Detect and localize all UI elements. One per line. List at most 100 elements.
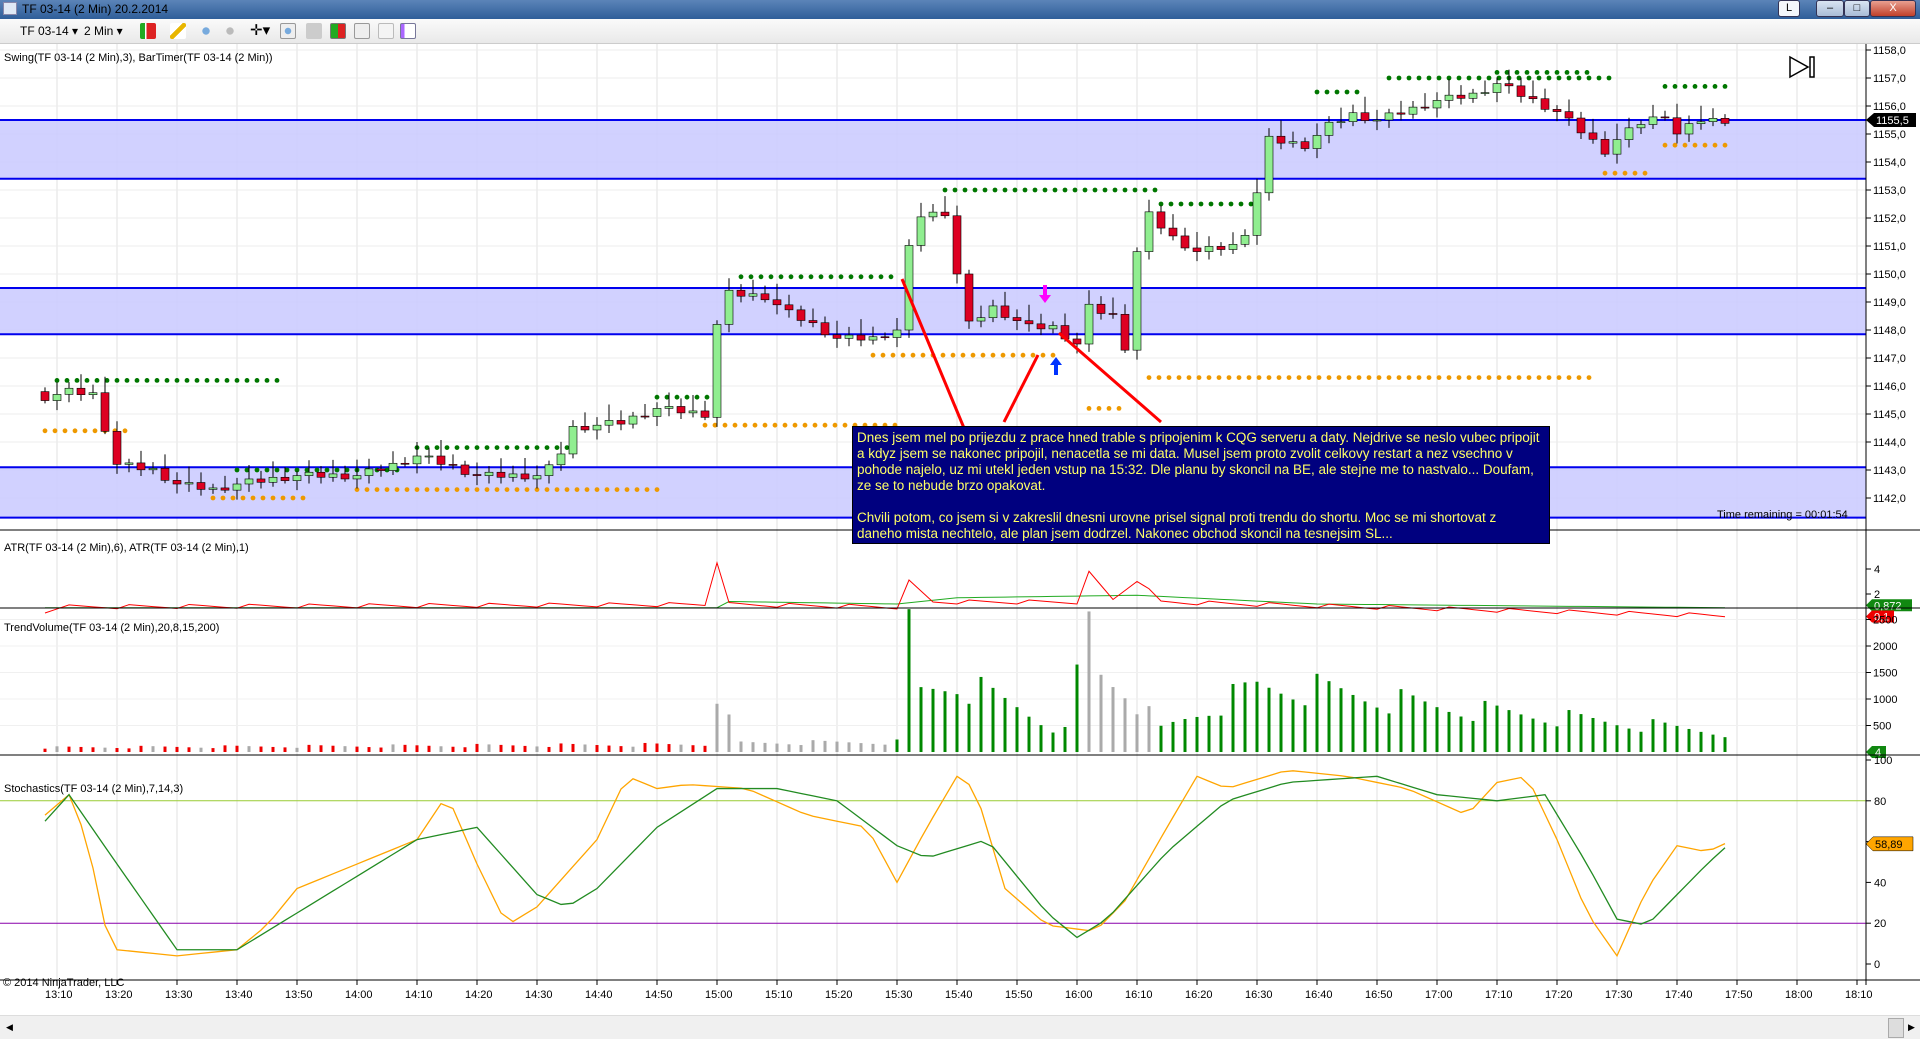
chart-text-note[interactable]: Dnes jsem mel po prijezdu z prace hned t… [852,426,1550,544]
volume-bar [1651,719,1655,752]
instrument-selector[interactable]: TF 03-14 ▾ [20,24,78,38]
swing-dot [1186,375,1192,380]
candle-down [136,462,146,471]
swing-dot [230,495,236,501]
candle-down [580,426,590,431]
search-chart-icon[interactable] [280,23,296,39]
horizontal-scrollbar[interactable]: ◀ ▶ [0,1015,1920,1039]
time-label: 13:20 [105,989,133,1001]
swing-dot [1218,201,1224,207]
window-title: TF 03-14 (2 Min) 20.2.2014 [22,2,169,16]
candle-down [736,289,746,297]
candle-up [1432,100,1442,109]
swing-dot [494,445,500,450]
swing-dot [1334,89,1340,95]
candle-down [460,464,470,475]
swing-dot [484,445,490,450]
minimize-button[interactable]: – [1816,0,1844,17]
close-button[interactable]: X [1870,0,1916,17]
volume-bar [1123,698,1127,752]
time-label: 16:40 [1305,989,1333,1001]
interval-selector[interactable]: 2 Min ▾ [84,24,123,38]
swing-dot [254,378,260,383]
volume-bar [811,740,815,752]
swing-dot [808,274,814,280]
chart-style-icon[interactable] [140,23,156,39]
swing-dot [114,378,120,383]
volume-bar [1567,710,1571,752]
candle-down [1564,111,1574,119]
candle-down [640,415,650,418]
volume-bar [1579,714,1583,752]
candle-up [1252,192,1262,236]
candle-down [1552,109,1562,112]
volume-bar [1663,722,1667,752]
crosshair-icon[interactable]: ✛▾ [250,21,270,39]
time-label: 17:10 [1485,989,1513,1001]
scroll-right-icon[interactable]: ▶ [1908,1022,1915,1033]
swing-dot [1012,187,1018,193]
swing-dot [782,422,788,428]
volume-bar [67,746,71,752]
maximize-button[interactable]: □ [1844,0,1870,17]
candle-down [340,473,350,480]
scroll-left-icon[interactable]: ◀ [6,1022,13,1033]
stochastics-panel [0,770,1866,958]
swing-dot [798,274,804,280]
swing-dot [1336,375,1342,380]
zoom-in-icon[interactable] [198,23,214,39]
volume-bar [1363,701,1367,752]
swing-dot [164,378,170,383]
swing-dot [982,187,988,193]
candle-down [1588,132,1598,140]
candle-up [208,487,218,490]
title-bar: TF 03-14 (2 Min) 20.2.2014 L – □ X [0,0,1920,19]
swing-dot [134,378,140,383]
volume-bar [1555,726,1559,752]
volume-bar [1207,715,1211,752]
candle-down [172,480,182,485]
swing-dot [1672,84,1678,89]
swing-dot [1586,375,1592,380]
data-box-icon[interactable] [306,23,322,39]
candle-up [568,426,578,455]
swing-dot [444,445,450,450]
swing-dot [1248,201,1254,207]
swing-dot [1496,375,1502,380]
candle-up [148,468,158,471]
swing-dot [524,487,530,492]
candle-up [664,406,674,409]
swing-dot [1692,84,1698,89]
swing-dot [738,274,744,280]
swing-dot [1040,352,1046,358]
properties-icon[interactable] [378,23,394,39]
time-label: 16:00 [1065,989,1093,1001]
templates-icon[interactable] [400,23,416,39]
volume-tick-label: 1000 [1873,694,1897,706]
candle-down [1672,117,1682,135]
volume-bar [1351,694,1355,752]
swing-dot [514,487,520,492]
volume-bar [1159,725,1163,752]
link-button[interactable]: L [1778,0,1800,17]
indicators-icon[interactable] [330,23,346,39]
candle-up [484,471,494,476]
swing-dot [274,378,280,383]
swing-dot [74,378,80,383]
volume-bar [223,745,227,752]
volume-bar [235,745,239,752]
scroll-to-end-icon[interactable] [1789,55,1815,79]
zoom-out-icon[interactable] [222,23,238,39]
volume-bar [1255,681,1259,752]
swing-dot [1376,375,1382,380]
volume-bar [991,687,995,752]
strategies-icon[interactable] [354,23,370,39]
volume-bar [1387,713,1391,752]
swing-dot [950,352,956,358]
drawing-tool-pencil-icon[interactable] [170,23,186,39]
scrollbar-thumb[interactable] [1888,1018,1904,1038]
volume-bar [871,743,875,752]
candle-down [832,334,842,339]
candle-up [976,317,986,322]
candle-up [1708,118,1718,122]
